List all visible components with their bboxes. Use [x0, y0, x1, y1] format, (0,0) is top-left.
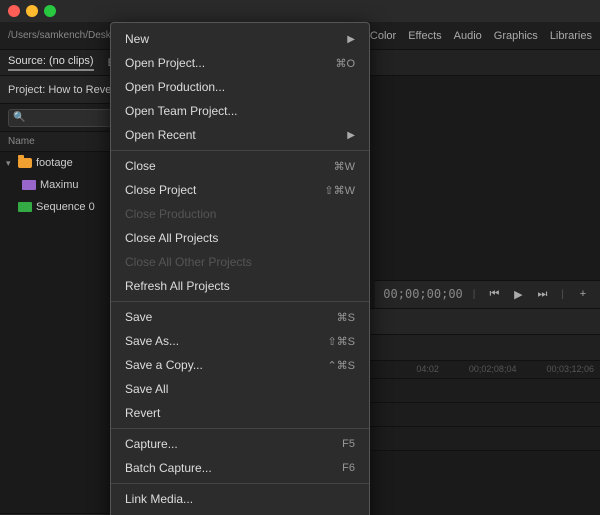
- menu-item-refresh-all[interactable]: Refresh All Projects: [111, 274, 369, 298]
- menu-separator: [111, 428, 369, 429]
- titlebar: [0, 0, 600, 22]
- file-menu[interactable]: New ▶ Open Project...⌘O Open Production... O…: [110, 22, 370, 515]
- menu-item-open-project[interactable]: Open Project...⌘O: [111, 51, 369, 75]
- timecode-sep: |: [473, 289, 476, 300]
- menu-item-batch-capture[interactable]: Batch Capture...F6: [111, 456, 369, 480]
- ruler-t2: 00;02;08;04: [469, 364, 517, 374]
- tab-color[interactable]: Color: [370, 30, 396, 42]
- menu-item-label: Save All: [125, 382, 355, 396]
- menu-item-shortcut: ⌃⌘S: [327, 359, 355, 372]
- menu-item-close-other-projects: Close All Other Projects: [111, 250, 369, 274]
- menu-item-revert[interactable]: Revert: [111, 401, 369, 425]
- menu-item-label: Open Team Project...: [125, 104, 355, 118]
- menu-item-label: Close: [125, 159, 334, 173]
- source-tab[interactable]: Source: (no clips): [8, 55, 94, 71]
- tab-libraries[interactable]: Libraries: [550, 30, 592, 42]
- sequence-icon: [18, 202, 32, 212]
- step-forward-button[interactable]: ⏭: [533, 285, 551, 303]
- step-back-button[interactable]: ⏮: [485, 285, 503, 303]
- menu-item-close-all-projects[interactable]: Close All Projects: [111, 226, 369, 250]
- menu-item-shortcut: ⇧⌘W: [324, 184, 355, 197]
- menu-item-open-team-project[interactable]: Open Team Project...: [111, 99, 369, 123]
- menu-item-save-copy[interactable]: Save a Copy...⌃⌘S: [111, 353, 369, 377]
- menu-item-save[interactable]: Save⌘S: [111, 305, 369, 329]
- play-button[interactable]: ▶: [509, 285, 527, 303]
- menu-item-save-all[interactable]: Save All: [111, 377, 369, 401]
- tab-graphics[interactable]: Graphics: [494, 30, 538, 42]
- menu-item-shortcut: F6: [342, 462, 355, 474]
- menu-item-label: Close Project: [125, 183, 324, 197]
- menu-item-close-production: Close Production: [111, 202, 369, 226]
- menu-item-shortcut: ⇧⌘S: [327, 335, 355, 348]
- menu-item-label: Close Production: [125, 207, 355, 221]
- top-bar-tabs: Color Effects Audio Graphics Libraries: [370, 30, 592, 42]
- folder-icon: [18, 158, 32, 168]
- menu-item-label: Close All Other Projects: [125, 255, 355, 269]
- timecode-display: 00;00;00;00: [383, 287, 462, 301]
- menu-item-make-offline[interactable]: Make Offline...: [111, 511, 369, 515]
- menu-item-shortcut: ⌘S: [337, 311, 355, 324]
- menu-separator: [111, 301, 369, 302]
- menu-item-label: Close All Projects: [125, 231, 355, 245]
- menu-item-label: Capture...: [125, 437, 342, 451]
- menu-item-label: Save a Copy...: [125, 358, 327, 372]
- menu-item-label: Save As...: [125, 334, 327, 348]
- ruler-t3: 00;03;12;06: [546, 364, 594, 374]
- ruler-t1: 04:02: [416, 364, 439, 374]
- menu-item-label: Save: [125, 310, 337, 324]
- menu-item-new[interactable]: New ▶: [111, 27, 369, 51]
- menu-item-label: Batch Capture...: [125, 461, 342, 475]
- submenu-arrow-icon: ▶: [347, 130, 355, 141]
- close-button[interactable]: [8, 5, 20, 17]
- menu-item-save-as[interactable]: Save As...⇧⌘S: [111, 329, 369, 353]
- app-wrapper: /Users/samkench/Desktop/premier edits/Ad…: [0, 0, 600, 515]
- menu-item-shortcut: ⌘O: [335, 57, 355, 70]
- chevron-down-icon: ▾: [6, 158, 14, 169]
- menu-item-label: Open Recent: [125, 128, 341, 142]
- maximize-button[interactable]: [44, 5, 56, 17]
- transport-sep2: |: [561, 289, 564, 300]
- menu-item-open-recent[interactable]: Open Recent ▶: [111, 123, 369, 147]
- menu-item-shortcut: F5: [342, 438, 355, 450]
- add-marker-button[interactable]: +: [574, 285, 592, 303]
- transport-bar: 00;00;00;00 | ⏮ ▶ ⏭ | +: [375, 280, 600, 308]
- menu-item-label: Open Production...: [125, 80, 355, 94]
- menu-item-label: Refresh All Projects: [125, 279, 355, 293]
- menu-item-label: Revert: [125, 406, 355, 420]
- menu-separator: [111, 483, 369, 484]
- menu-item-shortcut: ⌘W: [334, 160, 355, 173]
- minimize-button[interactable]: [26, 5, 38, 17]
- menu-separator: [111, 150, 369, 151]
- tab-audio[interactable]: Audio: [454, 30, 482, 42]
- menu-item-link-media[interactable]: Link Media...: [111, 487, 369, 511]
- menu-item-close[interactable]: Close⌘W: [111, 154, 369, 178]
- menu-item-close-project[interactable]: Close Project⇧⌘W: [111, 178, 369, 202]
- video-icon: [22, 180, 36, 190]
- menu-item-label: New: [125, 32, 341, 46]
- menu-item-label: Open Project...: [125, 56, 335, 70]
- menu-item-label: Link Media...: [125, 492, 355, 506]
- submenu-arrow-icon: ▶: [347, 34, 355, 45]
- menu-item-capture[interactable]: Capture...F5: [111, 432, 369, 456]
- tab-effects[interactable]: Effects: [408, 30, 441, 42]
- search-icon: 🔍: [13, 112, 25, 123]
- menu-item-open-production[interactable]: Open Production...: [111, 75, 369, 99]
